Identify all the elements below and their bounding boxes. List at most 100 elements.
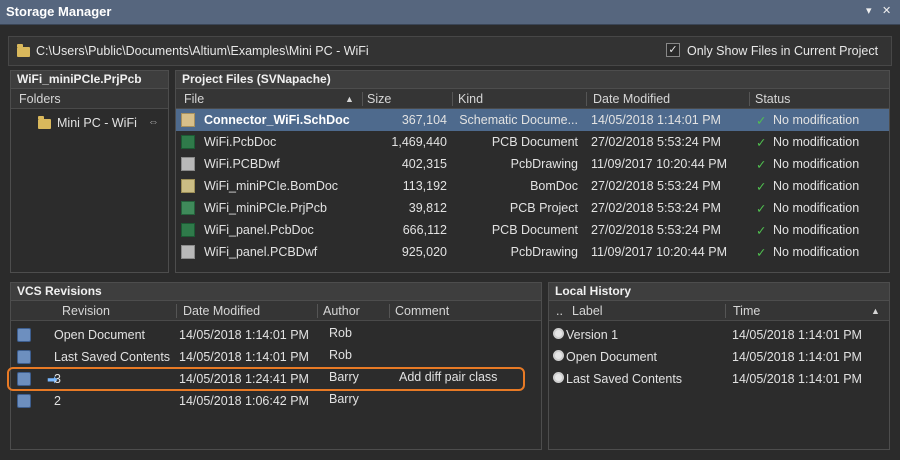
file-size: 39,812 [408,201,447,215]
table-row[interactable]: Open Document 14/05/2018 1:14:01 PM [549,346,889,368]
col-time[interactable]: Time [733,304,760,318]
window-title: Storage Manager [6,4,112,19]
col-status[interactable]: Status [755,92,790,106]
file-date: 11/09/2017 10:20:44 PM [591,157,727,171]
file-name: Connector_WiFi.SchDoc [204,113,350,127]
close-icon[interactable]: ✕ [882,4,891,17]
file-status: No modification [773,157,860,171]
column-separator[interactable] [725,304,726,318]
folders-column-header: Folders [11,89,168,109]
folders-panel: WiFi_miniPCIe.PrjPcb Folders Mini PC - W… [10,70,169,273]
check-icon: ✓ [756,180,767,194]
clock-icon [553,372,564,383]
history-label: Last Saved Contents [566,372,683,386]
file-status: No modification [773,135,860,149]
pcb-file-icon [181,135,195,149]
column-separator[interactable] [389,304,390,318]
table-row[interactable]: WiFi_panel.PCBDwf 925,020 PcbDrawing 11/… [176,241,889,263]
column-separator[interactable] [317,304,318,318]
col-revision[interactable]: Revision [62,304,110,318]
table-row[interactable]: WiFi_miniPCIe.PrjPcb 39,812 PCB Project … [176,197,889,219]
local-history-panel: Local History .. Label Time ▲ Version 1 … [548,282,890,450]
sort-ascending-icon: ▲ [345,94,354,104]
col-file[interactable]: File [184,92,204,106]
revision-label: Last Saved Contents [54,350,171,364]
project-files-title: Project Files (SVNapache) [176,71,889,89]
bom-file-icon [181,179,195,193]
history-time: 14/05/2018 1:14:01 PM [732,372,862,386]
file-status: No modification [773,113,860,127]
file-size: 402,315 [401,157,447,171]
pin-menu-icon[interactable]: ▾ [866,4,872,17]
column-separator[interactable] [362,92,363,106]
file-status: No modification [773,245,860,259]
file-date: 27/02/2018 5:53:24 PM [591,223,721,237]
file-kind: PCB Document [491,223,578,237]
table-row[interactable]: WiFi.PCBDwf 402,315 PcbDrawing 11/09/201… [176,153,889,175]
file-date: 27/02/2018 5:53:24 PM [591,135,721,149]
revision-author: Rob [329,348,352,362]
revision-icon [17,350,31,364]
vcs-revisions-title: VCS Revisions [11,283,541,301]
local-history-title: Local History [549,283,889,301]
path-bar: C:\Users\Public\Documents\Altium\Example… [8,36,892,66]
schematic-file-icon [181,113,195,127]
project-files-panel: Project Files (SVNapache) File ▲ Size Ki… [175,70,890,273]
check-icon: ✓ [756,202,767,216]
file-kind: PCB Project [509,201,578,215]
folders-header-label: Folders [19,92,61,106]
table-row[interactable]: 2 14/05/2018 1:06:42 PM Barry [11,390,541,412]
file-name: WiFi_panel.PCBDwf [204,245,318,259]
file-name: WiFi_panel.PcbDoc [204,223,314,237]
col-date-modified[interactable]: Date Modified [183,304,260,318]
file-date: 11/09/2017 10:20:44 PM [591,245,727,259]
col-comment[interactable]: Comment [395,304,449,318]
table-row[interactable]: WiFi_panel.PcbDoc 666,112 PCB Document 2… [176,219,889,241]
check-icon: ✓ [756,246,767,260]
col-kind[interactable]: Kind [458,92,483,106]
col-author[interactable]: Author [323,304,360,318]
column-separator[interactable] [176,304,177,318]
revision-date: 14/05/2018 1:06:42 PM [179,394,309,408]
sort-ascending-icon: ▲ [871,306,880,316]
col-size[interactable]: Size [367,92,391,106]
file-size: 113,192 [402,179,447,193]
table-row[interactable]: WiFi_miniPCIe.BomDoc 113,192 BomDoc 27/0… [176,175,889,197]
folder-icon [17,44,30,57]
column-separator[interactable] [452,92,453,106]
check-icon: ✓ [756,114,767,128]
project-name-header: WiFi_miniPCIe.PrjPcb [11,71,168,89]
history-time: 14/05/2018 1:14:01 PM [732,350,862,364]
table-row[interactable]: Connector_WiFi.SchDoc 367,104 Schematic … [176,109,889,131]
table-row[interactable]: WiFi.PcbDoc 1,469,440 PCB Document 27/02… [176,131,889,153]
table-row[interactable]: Open Document 14/05/2018 1:14:01 PM Rob [11,324,541,346]
current-path: C:\Users\Public\Documents\Altium\Example… [36,44,369,58]
col-dots[interactable]: .. [556,304,563,318]
file-name: WiFi.PCBDwf [204,157,280,171]
revision-icon [17,394,31,408]
file-size: 925,020 [401,245,447,259]
column-separator[interactable] [749,92,750,106]
vcs-revisions-panel: VCS Revisions Revision Date Modified Aut… [10,282,542,450]
col-label[interactable]: Label [572,304,603,318]
file-date: 27/02/2018 5:53:24 PM [591,201,721,215]
history-column-header: .. Label Time ▲ [549,301,889,321]
history-time: 14/05/2018 1:14:01 PM [732,328,862,342]
only-show-current-project-label[interactable]: Only Show Files in Current Project [687,44,878,58]
column-separator[interactable] [586,92,587,106]
table-row[interactable]: Version 1 14/05/2018 1:14:01 PM [549,324,889,346]
pcb-file-icon [181,223,195,237]
folder-item[interactable]: Mini PC - WiFi ⇔ [11,112,168,134]
clock-icon [553,350,564,361]
table-row[interactable]: Last Saved Contents 14/05/2018 1:14:01 P… [549,368,889,390]
file-kind: Schematic Docume... [459,113,578,127]
revision-highlight-callout [7,367,525,391]
col-date-modified[interactable]: Date Modified [593,92,670,106]
only-show-current-project-checkbox[interactable]: ✓ [666,43,680,57]
folder-icon [38,116,51,129]
pcb-drawing-file-icon [181,157,195,171]
revision-author: Barry [329,392,359,406]
table-row[interactable]: Last Saved Contents 14/05/2018 1:14:01 P… [11,346,541,368]
file-name: WiFi_miniPCIe.PrjPcb [204,201,327,215]
history-label: Version 1 [566,328,619,342]
